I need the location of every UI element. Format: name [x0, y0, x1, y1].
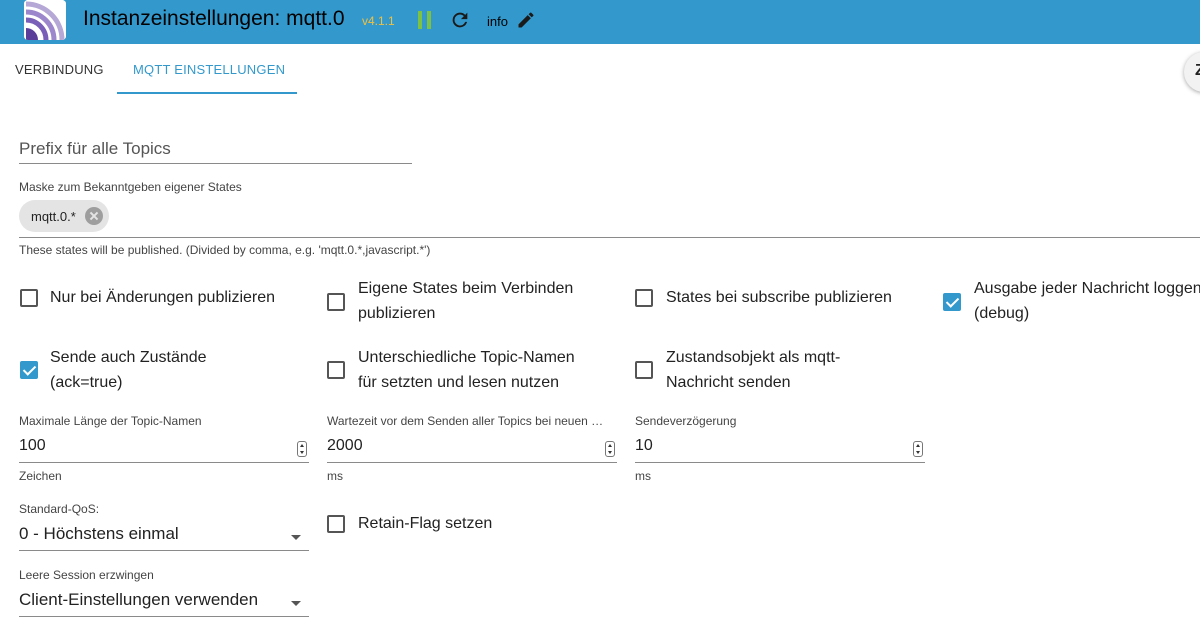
session-value: Client-Einstellungen verwenden [19, 590, 259, 609]
checkbox-box[interactable] [20, 289, 38, 307]
own-states-label-line2: publizieren [358, 305, 436, 322]
wait-time-input[interactable]: 2000 [327, 433, 617, 463]
checkbox-box-checked[interactable] [943, 293, 961, 311]
subscribe-states-checkbox[interactable] [635, 289, 653, 307]
send-ack-checkbox[interactable] [20, 361, 38, 379]
checkbox-box[interactable] [327, 515, 345, 533]
mask-label: Maske zum Bekanntgeben eigener States [19, 180, 242, 194]
log-messages-label-line2: (debug) [974, 305, 1030, 322]
number-spinner-icon[interactable] [605, 441, 615, 457]
wait-time-value: 2000 [327, 437, 363, 454]
qos-select[interactable]: 0 - Höchstens einmal [19, 521, 309, 551]
mask-chip-label: mqtt.0.* [31, 208, 76, 224]
app-header: Instanzeinstellungen: mqtt.0 v4.1.1 info [0, 0, 1200, 44]
version-label: v4.1.1 [362, 14, 395, 28]
session-select[interactable]: Client-Einstellungen verwenden [19, 587, 309, 617]
pencil-icon[interactable] [516, 10, 536, 30]
mask-chip-field[interactable]: mqtt.0.* [19, 198, 1200, 238]
close-button-label: Z [1195, 62, 1200, 79]
qos-value: 0 - Höchstens einmal [19, 524, 179, 543]
pause-icon[interactable] [418, 11, 432, 29]
log-messages-label-line1: Ausgabe jeder Nachricht loggen [974, 280, 1200, 297]
number-spinner-icon[interactable] [913, 441, 923, 457]
checkbox-box[interactable] [327, 293, 345, 311]
log-messages-checkbox[interactable] [943, 293, 961, 311]
max-length-label: Maximale Länge der Topic-Namen [19, 414, 202, 428]
checkbox-box[interactable] [635, 289, 653, 307]
mask-helper-text: These states will be published. (Divided… [19, 243, 431, 257]
state-object-label-line2: Nachricht senden [666, 374, 791, 391]
max-length-input[interactable]: 100 [19, 433, 309, 463]
dropdown-arrow-icon [291, 601, 301, 606]
max-length-unit: Zeichen [19, 469, 62, 483]
tab-verbindung[interactable]: VERBINDUNG [15, 62, 104, 77]
page-title: Instanzeinstellungen: mqtt.0 [83, 7, 345, 30]
qos-label: Standard-QoS: [19, 502, 100, 516]
info-link[interactable]: info [487, 14, 508, 29]
send-ack-label-line1: Sende auch Zustände [50, 349, 207, 366]
dropdown-arrow-icon [291, 535, 301, 540]
chip-remove-icon[interactable] [84, 207, 103, 225]
different-topics-label-line2: für setzten und lesen nutzen [358, 374, 560, 391]
only-changes-label: Nur bei Änderungen publizieren [50, 289, 276, 306]
checkbox-box-checked[interactable] [20, 361, 38, 379]
state-object-checkbox[interactable] [635, 361, 653, 379]
different-topics-checkbox[interactable] [327, 361, 345, 379]
own-states-label-line1: Eigene States beim Verbinden [358, 280, 574, 297]
wait-time-label: Wartezeit vor dem Senden aller Topics be… [327, 414, 604, 428]
mqtt-logo-icon [24, 0, 66, 40]
send-delay-value: 10 [635, 437, 653, 454]
subscribe-states-label: States bei subscribe publizieren [666, 289, 892, 306]
checkbox-box[interactable] [635, 361, 653, 379]
send-delay-label: Sendeverzögerung [635, 414, 737, 428]
state-object-label-line1: Zustandsobjekt als mqtt- [666, 349, 841, 366]
max-length-value: 100 [19, 437, 46, 454]
send-delay-input[interactable]: 10 [635, 433, 925, 463]
different-topics-label-line1: Unterschiedliche Topic-Namen [358, 349, 575, 366]
session-label: Leere Session erzwingen [19, 568, 154, 582]
tab-mqtt-einstellungen[interactable]: MQTT EINSTELLUNGEN [133, 62, 285, 77]
refresh-icon[interactable] [449, 9, 471, 31]
checkbox-box[interactable] [327, 361, 345, 379]
send-ack-label-line2: (ack=true) [50, 374, 123, 391]
wait-time-unit: ms [327, 469, 343, 483]
active-tab-indicator [117, 92, 297, 94]
close-button[interactable]: Z [1184, 52, 1200, 92]
mask-chip: mqtt.0.* [19, 200, 109, 232]
retain-label: Retain-Flag setzen [358, 515, 493, 532]
own-states-checkbox[interactable] [327, 293, 345, 311]
prefix-input[interactable] [19, 134, 412, 164]
only-changes-checkbox[interactable] [20, 289, 38, 307]
number-spinner-icon[interactable] [297, 441, 307, 457]
send-delay-unit: ms [635, 469, 651, 483]
retain-checkbox[interactable] [327, 515, 345, 533]
